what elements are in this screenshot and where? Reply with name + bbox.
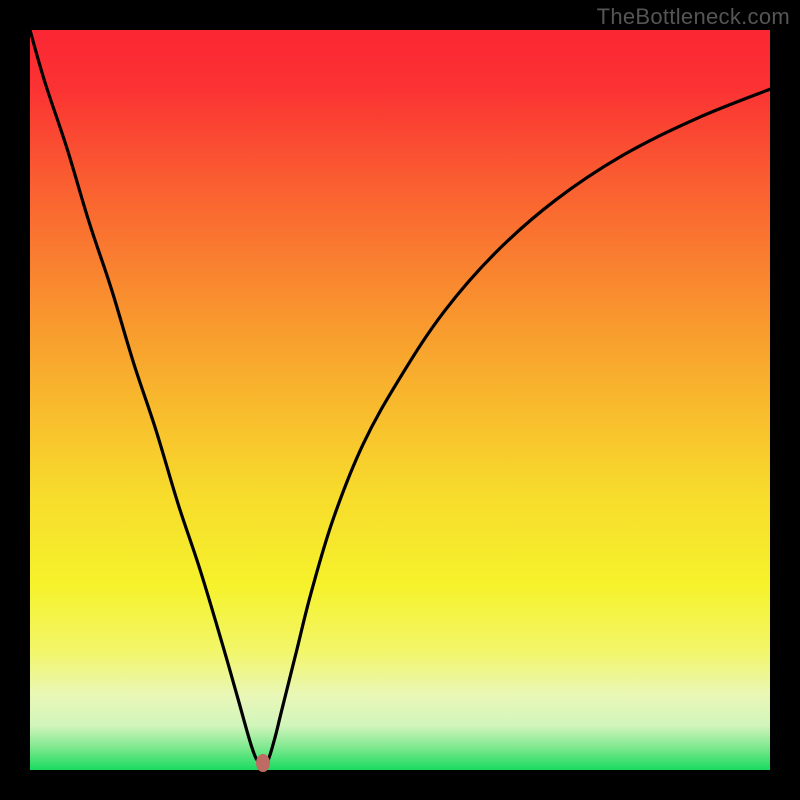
chart-frame: TheBottleneck.com bbox=[0, 0, 800, 800]
bottleneck-chart bbox=[30, 30, 770, 770]
watermark-text: TheBottleneck.com bbox=[597, 4, 790, 30]
gradient-background bbox=[30, 30, 770, 770]
minimum-marker bbox=[256, 754, 270, 772]
